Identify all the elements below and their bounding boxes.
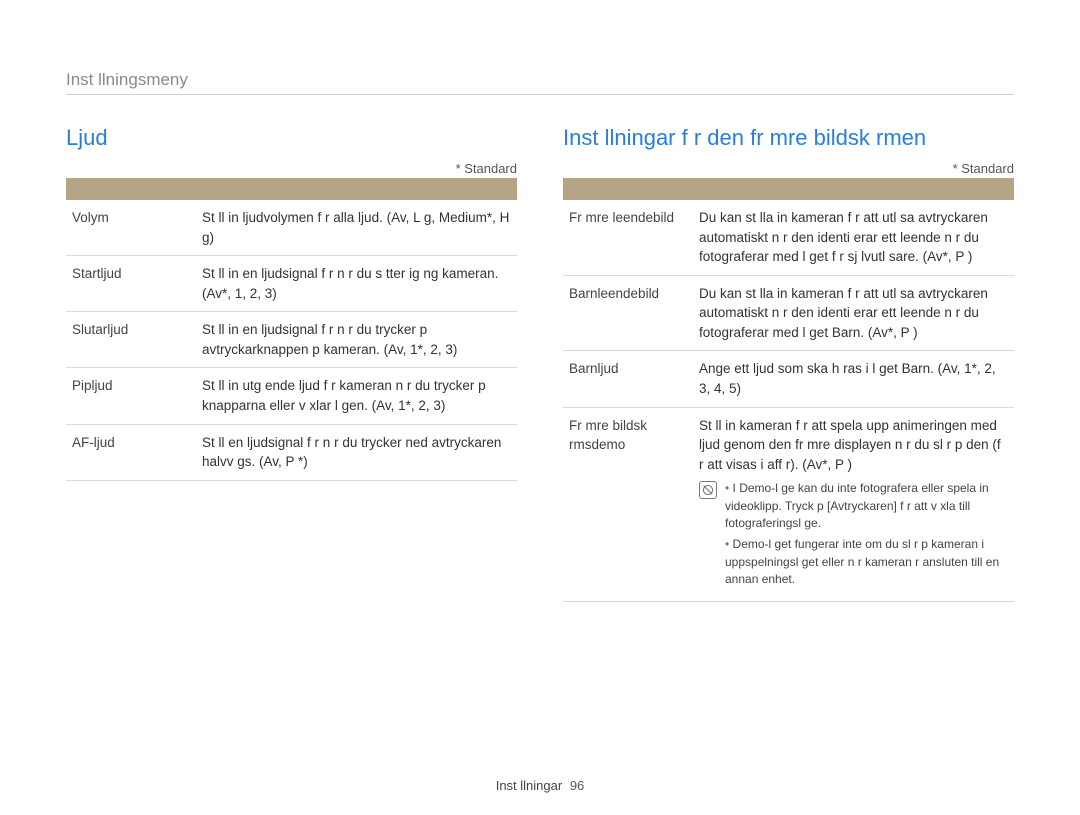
row-desc: St ll in ljudvolymen f r alla ljud. (Av,…: [196, 200, 517, 256]
table-row: Barnljud Ange ett ljud som ska h ras i l…: [563, 351, 1014, 407]
standard-note-left: * Standard: [66, 161, 517, 176]
table-row: Volym St ll in ljudvolymen f r alla ljud…: [66, 200, 517, 256]
row-desc: Du kan st lla in kameran f r att utl sa …: [693, 275, 1014, 351]
table-row: Barnleendebild Du kan st lla in kameran …: [563, 275, 1014, 351]
page: Inst llningsmeny Ljud * Standard Volym S…: [0, 0, 1080, 602]
table-row: AF-ljud St ll en ljudsignal f r n r du t…: [66, 424, 517, 480]
demo-note-bullets: I Demo-l ge kan du inte fotografera elle…: [725, 480, 1008, 592]
front-display-table: Fr mre leendebild Du kan st lla in kamer…: [563, 178, 1014, 602]
demo-note-2: Demo-l get fungerar inte om du sl r p ka…: [725, 537, 999, 586]
row-desc: St ll in utg ende ljud f r kameran n r d…: [196, 368, 517, 424]
row-name: Startljud: [66, 256, 196, 312]
right-column: Inst llningar f r den fr mre bildsk rmen…: [563, 125, 1014, 602]
row-desc: St ll in en ljudsignal f r n r du trycke…: [196, 312, 517, 368]
standard-note-right: * Standard: [563, 161, 1014, 176]
row-desc: Du kan st lla in kameran f r att utl sa …: [693, 200, 1014, 275]
row-name: Fr mre leendebild: [563, 200, 693, 275]
table-row: Pipljud St ll in utg ende ljud f r kamer…: [66, 368, 517, 424]
breadcrumb: Inst llningsmeny: [66, 70, 1014, 95]
page-footer: Inst llningar 96: [0, 778, 1080, 793]
row-desc: St ll en ljudsignal f r n r du trycker n…: [196, 424, 517, 480]
table-row-demo: Fr mre bildsk rmsdemo St ll in kameran f…: [563, 407, 1014, 601]
left-column: Ljud * Standard Volym St ll in ljudvolym…: [66, 125, 517, 602]
section-title-front-display: Inst llningar f r den fr mre bildsk rmen: [563, 125, 1014, 151]
row-desc: Ange ett ljud som ska h ras i l get Barn…: [693, 351, 1014, 407]
row-name: Barnljud: [563, 351, 693, 407]
demo-note-block: I Demo-l ge kan du inte fotografera elle…: [699, 480, 1008, 592]
row-name: Pipljud: [66, 368, 196, 424]
demo-note-1: I Demo-l ge kan du inte fotografera elle…: [725, 481, 989, 530]
demo-intro: St ll in kameran f r att spela upp anime…: [699, 416, 1008, 475]
section-title-sound: Ljud: [66, 125, 517, 151]
table-row: Startljud St ll in en ljudsignal f r n r…: [66, 256, 517, 312]
footer-page-number: 96: [570, 778, 584, 793]
row-name: Fr mre bildsk rmsdemo: [563, 407, 693, 601]
columns: Ljud * Standard Volym St ll in ljudvolym…: [66, 125, 1014, 602]
table-row: Fr mre leendebild Du kan st lla in kamer…: [563, 200, 1014, 275]
note-icon: [699, 481, 717, 499]
sound-table: Volym St ll in ljudvolymen f r alla ljud…: [66, 178, 517, 481]
row-name: AF-ljud: [66, 424, 196, 480]
row-name: Volym: [66, 200, 196, 256]
table-row: Slutarljud St ll in en ljudsignal f r n …: [66, 312, 517, 368]
row-desc-demo: St ll in kameran f r att spela upp anime…: [693, 407, 1014, 601]
row-name: Barnleendebild: [563, 275, 693, 351]
footer-label: Inst llningar: [496, 778, 562, 793]
row-name: Slutarljud: [66, 312, 196, 368]
row-desc: St ll in en ljudsignal f r n r du s tter…: [196, 256, 517, 312]
